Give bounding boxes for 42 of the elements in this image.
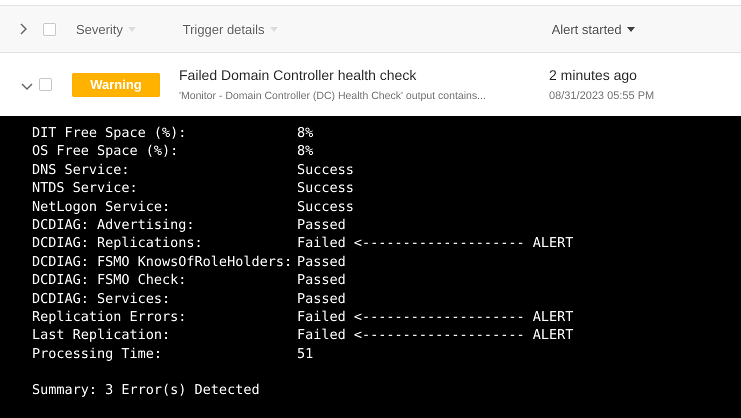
output-label: Replication Errors: xyxy=(32,308,188,326)
output-label: DCDIAG: FSMO KnowsOfRoleHolders: xyxy=(32,252,294,272)
output-label: NetLogon Service: xyxy=(32,198,172,216)
output-value: Success xyxy=(297,198,354,216)
output-value: Passed xyxy=(297,271,346,290)
column-header[interactable]: Trigger details xyxy=(182,22,278,36)
select-all-checkbox[interactable] xyxy=(42,22,56,36)
output-label: DCDIAG: Advertising: xyxy=(32,216,196,234)
output-label: DNS Service: xyxy=(32,160,131,180)
output-value: Failed <-------------------- ALERT xyxy=(297,308,574,326)
output-value: Success xyxy=(297,179,354,198)
output-value: Passed xyxy=(297,252,346,272)
sort-caret-icon xyxy=(128,26,136,32)
output-label: DCDIAG: FSMO Check: xyxy=(32,271,188,290)
output-value: Failed <-------------------- ALERT xyxy=(297,326,574,345)
output-value: Success xyxy=(297,160,354,180)
output-value: 51 xyxy=(297,344,314,364)
severity-badge: Warning xyxy=(72,72,160,96)
summary-text: Summary: 3 Error(s) Detected xyxy=(32,381,260,400)
output-value: 8% xyxy=(297,124,314,142)
output-value: 8% xyxy=(297,142,314,161)
relative-time: 2 minutes ago xyxy=(549,67,638,83)
row-checkbox[interactable] xyxy=(39,78,52,91)
output-value: Passed xyxy=(297,216,346,234)
sort-caret-icon xyxy=(270,26,278,32)
output-value: Passed xyxy=(297,290,346,308)
timestamp: 08/31/2023 05:55 PM xyxy=(549,90,656,102)
alert-title[interactable]: Failed Domain Controller health check xyxy=(179,67,549,83)
output-label: DCDIAG: Services: xyxy=(32,290,172,308)
alert-description: 'Monitor - Domain Controller (DC) Health Check' output contains... xyxy=(179,90,487,102)
column-header[interactable]: Severity xyxy=(76,22,136,36)
output-label: NTDS Service: xyxy=(32,179,139,198)
output-label: DIT Free Space (%): xyxy=(32,124,188,142)
chevron-down-icon[interactable] xyxy=(21,82,33,90)
output-value: Failed <-------------------- ALERT xyxy=(297,234,574,253)
chevron-right-icon[interactable] xyxy=(19,23,27,35)
output-label: DCDIAG: Replications: xyxy=(32,234,204,253)
output-label: Last Replication: xyxy=(32,326,172,345)
column-header[interactable]: Alert started xyxy=(552,22,635,36)
output-label: OS Free Space (%): xyxy=(32,142,180,161)
sort-caret-icon xyxy=(626,26,635,32)
output-label: Processing Time: xyxy=(32,344,164,364)
